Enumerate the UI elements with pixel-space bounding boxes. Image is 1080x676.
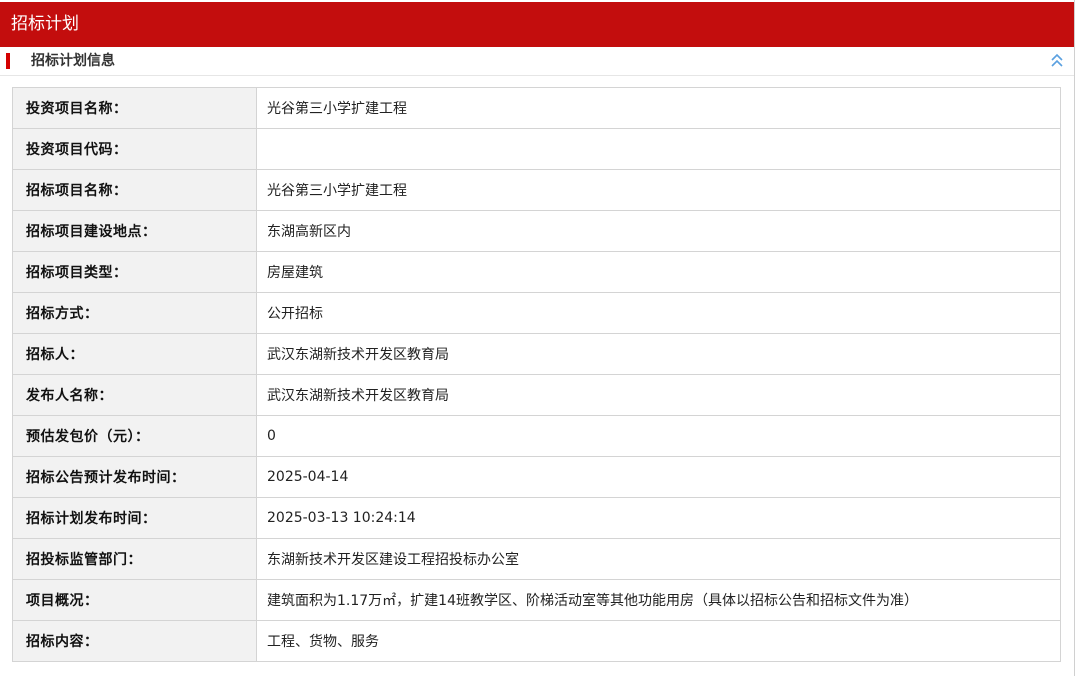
table-row: 招标项目名称： 光谷第三小学扩建工程: [12, 169, 1061, 211]
info-table: 投资项目名称： 光谷第三小学扩建工程 投资项目代码： 招标项目名称： 光谷第三小学扩…: [12, 87, 1061, 662]
row-label: 招标内容：: [12, 620, 257, 662]
row-label: 项目概况：: [12, 579, 257, 621]
table-row: 招标项目类型： 房屋建筑: [12, 251, 1061, 293]
row-label: 投资项目名称：: [12, 87, 257, 129]
table-row: 投资项目名称： 光谷第三小学扩建工程: [12, 87, 1061, 129]
row-value: 建筑面积为1.17万㎡，扩建14班教学区、阶梯活动室等其他功能用房（具体以招标公…: [256, 579, 1061, 621]
main-panel: 招标计划 招标计划信息 投资项目名称： 光谷第三小学扩建工程 投资项目代码： 招标…: [0, 0, 1075, 676]
page-title: 招标计划: [0, 2, 1074, 47]
row-label: 招标项目名称：: [12, 169, 257, 211]
table-row: 投资项目代码：: [12, 128, 1061, 170]
row-value: 工程、货物、服务: [256, 620, 1061, 662]
row-value: 0: [256, 415, 1061, 457]
table-row: 预估发包价（元）： 0: [12, 415, 1061, 457]
section-accent-bar: [6, 53, 10, 69]
row-value: 2025-04-14: [256, 456, 1061, 498]
row-value: 东湖新技术开发区建设工程招投标办公室: [256, 538, 1061, 580]
row-label: 招投标监管部门：: [12, 538, 257, 580]
row-value: 2025-03-13 10:24:14: [256, 497, 1061, 539]
table-row: 招标方式： 公开招标: [12, 292, 1061, 334]
table-row: 招标公告预计发布时间： 2025-04-14: [12, 456, 1061, 498]
row-label: 招标人：: [12, 333, 257, 375]
row-value: 光谷第三小学扩建工程: [256, 87, 1061, 129]
table-row: 招标人： 武汉东湖新技术开发区教育局: [12, 333, 1061, 375]
table-row: 招标计划发布时间： 2025-03-13 10:24:14: [12, 497, 1061, 539]
row-label: 招标项目建设地点：: [12, 210, 257, 252]
info-table-wrapper: 投资项目名称： 光谷第三小学扩建工程 投资项目代码： 招标项目名称： 光谷第三小学扩…: [12, 87, 1061, 662]
table-row: 项目概况： 建筑面积为1.17万㎡，扩建14班教学区、阶梯活动室等其他功能用房（具…: [12, 579, 1061, 621]
table-row: 招标项目建设地点： 东湖高新区内: [12, 210, 1061, 252]
row-label: 预估发包价（元）：: [12, 415, 257, 457]
row-value: 公开招标: [256, 292, 1061, 334]
table-row: 招标内容： 工程、货物、服务: [12, 620, 1061, 662]
row-value: 光谷第三小学扩建工程: [256, 169, 1061, 211]
row-value: 东湖高新区内: [256, 210, 1061, 252]
row-label: 招标方式：: [12, 292, 257, 334]
section-header: [0, 47, 1074, 76]
row-label: 招标公告预计发布时间：: [12, 456, 257, 498]
table-row: 招投标监管部门： 东湖新技术开发区建设工程招投标办公室: [12, 538, 1061, 580]
table-row: 发布人名称： 武汉东湖新技术开发区教育局: [12, 374, 1061, 416]
row-value: 房屋建筑: [256, 251, 1061, 293]
row-value: [256, 128, 1061, 170]
row-label: 招标计划发布时间：: [12, 497, 257, 539]
row-label: 招标项目类型：: [12, 251, 257, 293]
row-label: 投资项目代码：: [12, 128, 257, 170]
double-chevron-up-icon[interactable]: [1049, 52, 1065, 70]
row-value: 武汉东湖新技术开发区教育局: [256, 374, 1061, 416]
section-title: 招标计划信息: [31, 53, 115, 69]
row-value: 武汉东湖新技术开发区教育局: [256, 333, 1061, 375]
row-label: 发布人名称：: [12, 374, 257, 416]
